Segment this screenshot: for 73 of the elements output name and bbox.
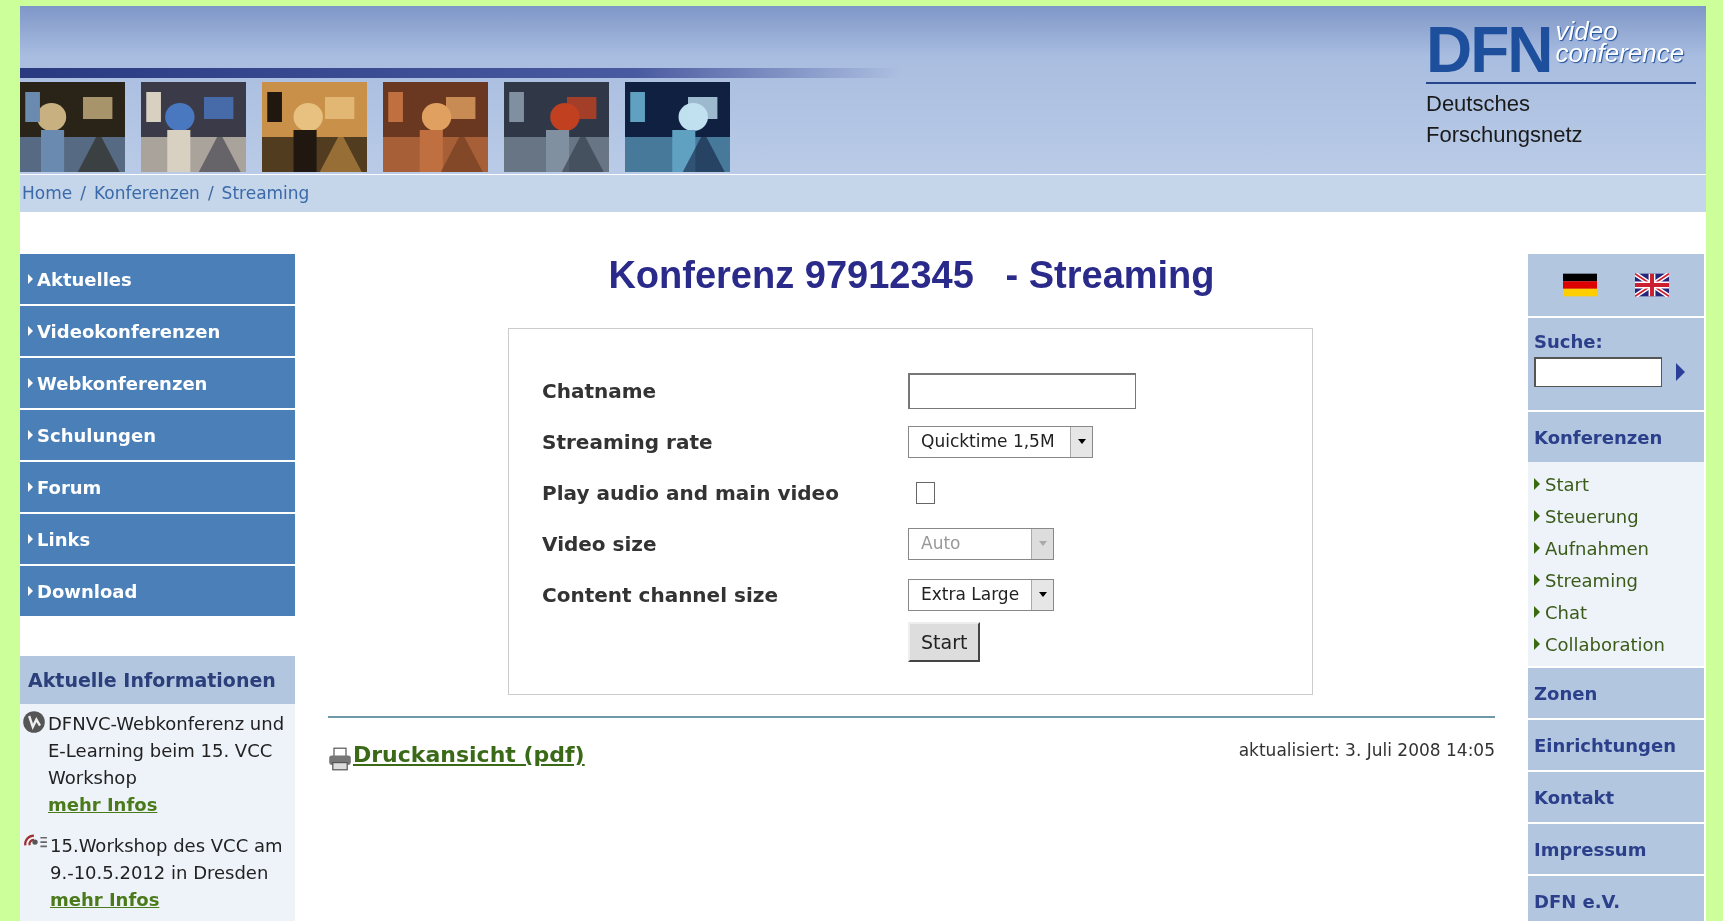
arrow-icon — [1534, 542, 1540, 554]
submenu-item[interactable]: Start — [1534, 468, 1704, 500]
sidebar-section[interactable]: Impressum — [1528, 824, 1704, 874]
search-label: Suche: — [1534, 330, 1604, 354]
search-submit-icon[interactable] — [1676, 363, 1685, 381]
arrow-icon — [28, 586, 33, 596]
breadcrumb-link[interactable]: Streaming — [221, 180, 310, 207]
search-field[interactable] — [1534, 357, 1662, 387]
arrow-icon — [28, 482, 33, 492]
arrow-icon — [28, 274, 33, 284]
sidebar-section[interactable]: Konferenzen — [1528, 412, 1704, 462]
arrow-icon — [1534, 574, 1540, 586]
submenu-item[interactable]: Steuerung — [1534, 500, 1704, 532]
submenu-item[interactable]: Aufnahmen — [1534, 532, 1704, 564]
submenu-item[interactable]: Streaming — [1534, 564, 1704, 596]
sidebar-section[interactable]: Einrichtungen — [1528, 720, 1704, 770]
news-text: DFNVC-Webkonferenz und E-Learning beim 15. VCC Workshop — [48, 712, 286, 790]
british-flag-icon[interactable] — [1635, 273, 1669, 297]
dropdown[interactable]: Quicktime 1,5M — [908, 425, 1093, 458]
breadcrumb-link[interactable]: Konferenzen — [93, 180, 200, 207]
logo-tagline: video — [1555, 20, 1618, 42]
nav-item[interactable]: Videokonferenzen — [20, 306, 295, 356]
field-label: Chatname — [542, 377, 658, 405]
checkbox[interactable] — [916, 481, 935, 504]
nav-item[interactable]: Links — [20, 514, 295, 564]
more-info-link[interactable]: mehr Infos — [50, 886, 291, 913]
start-button[interactable]: Start — [908, 622, 981, 662]
last-updated: aktualisiert: 3. Juli 2008 14:05 — [1238, 739, 1495, 762]
chatname-field[interactable] — [908, 372, 1136, 409]
dropdown-caret-icon — [1070, 426, 1092, 457]
nav-item[interactable]: Schulungen — [20, 410, 295, 460]
arrow-icon — [28, 326, 33, 336]
arrow-icon — [1534, 478, 1540, 490]
field-label: Streaming rate — [542, 428, 714, 456]
dropdown-caret-icon — [1031, 528, 1053, 559]
breadcrumb-separator: / — [207, 181, 214, 205]
nav-item[interactable]: Download — [20, 566, 295, 616]
nav-item[interactable]: Aktuelles — [20, 254, 295, 304]
dropdown-value: Quicktime 1,5M — [920, 429, 1056, 453]
arrow-icon — [1534, 510, 1540, 522]
sidebar-section[interactable]: DFN e.V. — [1528, 876, 1704, 921]
dropdown-value: Extra Large — [920, 582, 1021, 606]
dropdown-caret-icon — [1031, 579, 1053, 610]
arrow-icon — [28, 430, 33, 440]
more-info-link[interactable]: mehr Infos — [48, 791, 291, 818]
breadcrumb-link[interactable]: Home — [22, 180, 73, 207]
submenu-item[interactable]: Chat — [1534, 596, 1704, 628]
news-text: 15.Workshop des VCC am 9.-10.5.2012 in Dresden — [50, 834, 284, 885]
page-title: Konferenz 97912345 - Streaming — [607, 253, 1216, 298]
german-flag-icon[interactable] — [1563, 273, 1597, 297]
dropdown[interactable]: Extra Large — [908, 578, 1054, 611]
organization-name: Deutsches — [1426, 90, 1531, 118]
printer-icon — [328, 747, 352, 771]
info-panel-title: Aktuelle Informationen — [28, 667, 276, 693]
dropdown-value: Auto — [920, 531, 962, 555]
organization-name: Forschungsnetz — [1426, 121, 1584, 149]
nav-item[interactable]: Webkonferenzen — [20, 358, 295, 408]
nav-item[interactable]: Forum — [20, 462, 295, 512]
arrow-icon — [1534, 606, 1540, 618]
sidebar-section[interactable]: Kontakt — [1528, 772, 1704, 822]
logo-tagline: conference — [1555, 42, 1685, 64]
arrow-icon — [1534, 638, 1540, 650]
print-view-link[interactable]: Druckansicht (pdf) — [328, 738, 585, 771]
field-label: Content channel size — [542, 581, 779, 609]
breadcrumb-separator: / — [80, 181, 86, 205]
arrow-icon — [28, 378, 33, 388]
submenu-item[interactable]: Collaboration — [1534, 628, 1704, 660]
logo-wordmark: DFN — [1426, 20, 1552, 80]
field-label: Play audio and main video — [542, 479, 840, 507]
field-label: Video size — [542, 530, 658, 558]
arrow-icon — [28, 534, 33, 544]
sidebar-section[interactable]: Zonen — [1528, 668, 1704, 718]
signal-waves-icon — [22, 832, 48, 850]
